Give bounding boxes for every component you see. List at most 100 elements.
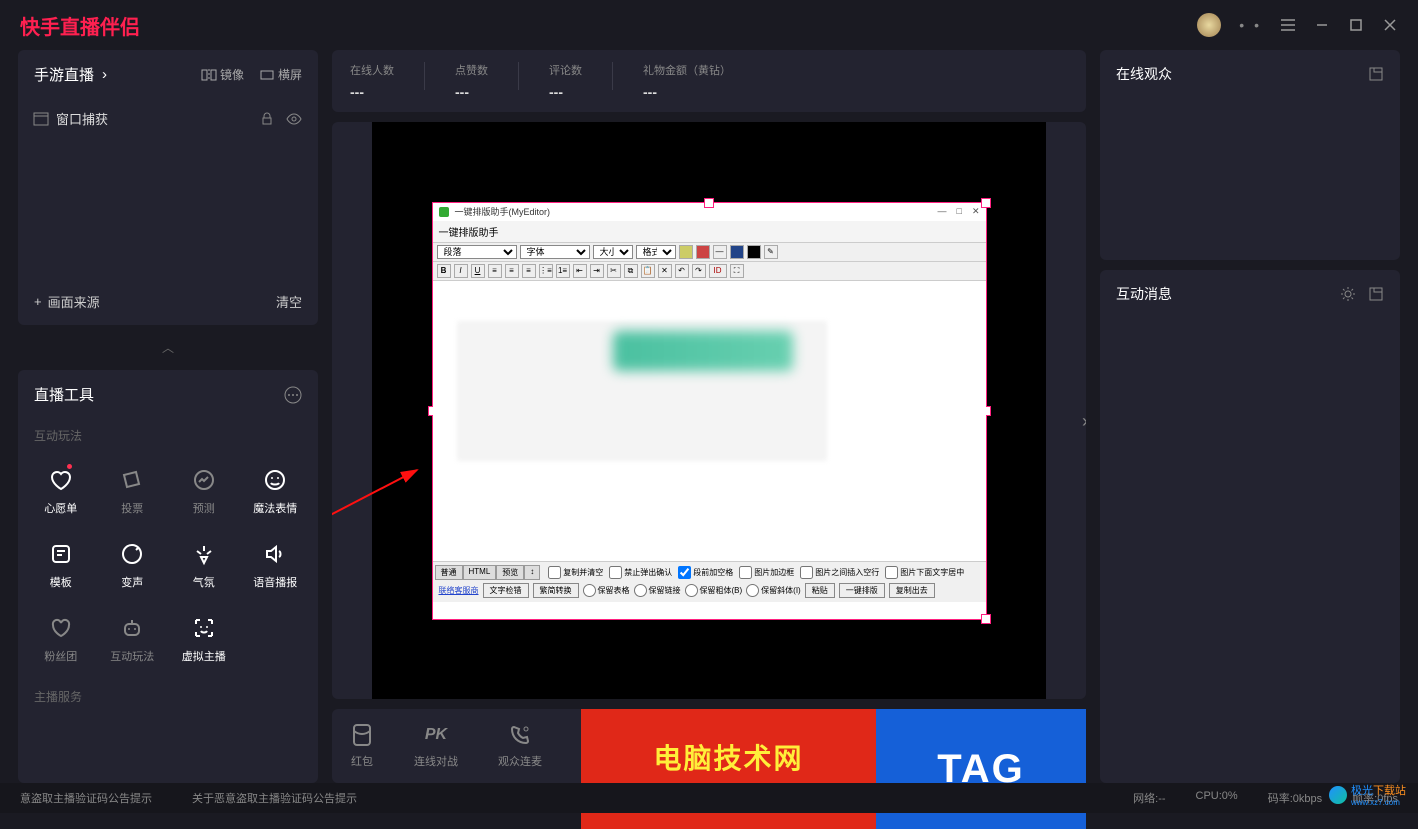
btool-label: 观众连麦	[498, 753, 542, 769]
tool-magic-emoji[interactable]: 魔法表情	[243, 458, 309, 526]
tool-voice-change[interactable]: 变声	[100, 532, 166, 600]
landscape-toggle[interactable]: 横屏	[260, 66, 302, 83]
btool-label: 连线对战	[414, 753, 458, 769]
captured-window: 一键排版助手(MyEditor) —□✕ 一键排版助手 段落 字体 大小 格式 …	[432, 202, 987, 620]
italic-icon: I	[454, 264, 468, 278]
status-cpu: CPU:0%	[1196, 790, 1238, 806]
stat-value: ---	[455, 84, 488, 100]
maximize-button[interactable]	[1348, 17, 1364, 33]
para-select: 段落	[437, 245, 517, 259]
ew-btn: 繁简转换	[533, 583, 579, 598]
collapse-up-icon[interactable]: ︿	[18, 335, 318, 360]
tool-tts[interactable]: 语音播报	[243, 532, 309, 600]
ew-btn: 一键排版	[839, 583, 885, 598]
tool-label: 变声	[121, 574, 143, 590]
messages-title: 互动消息	[1116, 284, 1172, 304]
btool-pk[interactable]: PK 连线对战	[414, 723, 458, 769]
clear-button[interactable]: 清空	[276, 292, 302, 311]
speaker-icon	[264, 543, 286, 565]
align-center-icon: ≡	[505, 264, 519, 278]
notice-ticker: 关于恶意盗取主播验证码公告提示	[192, 790, 357, 806]
voice-icon	[121, 543, 143, 565]
ew-btn: 文字检错	[483, 583, 529, 598]
chevron-right-icon: ›	[102, 66, 107, 83]
mirror-toggle[interactable]: 镜像	[202, 66, 244, 83]
color3-icon	[730, 245, 744, 259]
more-horiz-icon[interactable]	[284, 386, 302, 404]
stat-value: ---	[549, 84, 582, 100]
tool-virtual-anchor[interactable]: 虚拟主播	[171, 606, 237, 674]
editor-title: 一键排版助手(MyEditor)	[455, 205, 551, 218]
user-avatar[interactable]	[1197, 13, 1221, 37]
preview-canvas[interactable]: 一键排版助手(MyEditor) —□✕ 一键排版助手 段落 字体 大小 格式 …	[372, 122, 1046, 699]
add-source-button[interactable]: + 画面来源	[34, 292, 100, 311]
audience-panel: 在线观众	[1100, 50, 1400, 260]
stat-label: 点赞数	[455, 62, 488, 78]
close-button[interactable]	[1382, 17, 1398, 33]
ew-close-icon: ✕	[972, 206, 980, 217]
menu-icon[interactable]	[1280, 17, 1296, 33]
tool-predict[interactable]: 预测	[171, 458, 237, 526]
tool-fanclub[interactable]: 粉丝团	[28, 606, 94, 674]
tool-vote[interactable]: 投票	[100, 458, 166, 526]
ew-min-icon: —	[938, 206, 947, 217]
more-dots[interactable]: • •	[1239, 17, 1262, 33]
banner-title: 电脑技术网	[653, 737, 803, 777]
tool-label: 模板	[50, 574, 72, 590]
indent-icon: ⇥	[590, 264, 604, 278]
resize-handle[interactable]	[704, 198, 714, 208]
eye-icon[interactable]	[286, 112, 302, 126]
mirror-label: 镜像	[220, 66, 244, 83]
mode-panel: 手游直播 › 镜像 横屏 窗口捕获	[18, 50, 318, 325]
ew-opt: 图片加边框	[739, 566, 794, 579]
btool-audience-call[interactable]: 观众连麦	[498, 723, 542, 769]
resize-handle[interactable]	[981, 198, 991, 208]
status-net: 网络:--	[1133, 790, 1165, 806]
stat-value: ---	[643, 84, 731, 100]
brush-icon: ✎	[764, 245, 778, 259]
wm-text: 极光	[1351, 785, 1373, 797]
format-select: 格式	[636, 245, 676, 259]
robot-icon	[121, 617, 143, 639]
editor-canvas	[433, 281, 986, 561]
ew-tab: HTML	[463, 565, 497, 580]
ew-radio: 保留粗体(B)	[685, 584, 743, 597]
audience-title: 在线观众	[1116, 64, 1172, 84]
heart-icon	[49, 469, 73, 491]
btool-redpacket[interactable]: 红包	[350, 723, 374, 769]
ew-btn: 复制出去	[889, 583, 935, 598]
numlist-icon: 1≡	[556, 264, 570, 278]
color4-icon	[747, 245, 761, 259]
stat-value: ---	[350, 84, 394, 100]
template-icon	[50, 543, 72, 565]
ew-max-icon: □	[957, 206, 962, 217]
window-icon	[34, 113, 48, 125]
ew-link: 联络客服商	[439, 585, 479, 596]
mode-title[interactable]: 手游直播 ›	[34, 64, 107, 85]
smile-icon	[264, 469, 286, 491]
tool-label: 互动玩法	[110, 648, 154, 664]
popout-icon[interactable]	[1368, 286, 1384, 302]
ew-opt: 禁止弹出确认	[609, 566, 672, 579]
color2-icon	[696, 245, 710, 259]
chevron-right-icon[interactable]: ›	[1082, 411, 1086, 432]
tool-label: 预测	[193, 500, 215, 516]
stats-bar: 在线人数--- 点赞数--- 评论数--- 礼物金额（黄钻）---	[332, 50, 1086, 112]
tool-label: 气氛	[193, 574, 215, 590]
ew-opt: 图片下面文字居中	[885, 566, 964, 579]
tool-interactive[interactable]: 互动玩法	[100, 606, 166, 674]
landscape-icon	[260, 69, 274, 81]
tool-wishlist[interactable]: 心愿单	[28, 458, 94, 526]
section-interactive: 互动玩法	[18, 419, 318, 452]
resize-handle[interactable]	[981, 614, 991, 624]
editor-subtitle: 一键排版助手	[433, 221, 986, 243]
minimize-button[interactable]	[1314, 17, 1330, 33]
tool-template[interactable]: 模板	[28, 532, 94, 600]
tool-atmosphere[interactable]: 气氛	[171, 532, 237, 600]
pk-icon: PK	[424, 723, 448, 747]
source-row[interactable]: 窗口捕获	[18, 99, 318, 138]
gear-icon[interactable]	[1340, 286, 1356, 302]
lock-icon[interactable]	[260, 112, 274, 126]
tool-label: 投票	[121, 500, 143, 516]
popout-icon[interactable]	[1368, 66, 1384, 82]
